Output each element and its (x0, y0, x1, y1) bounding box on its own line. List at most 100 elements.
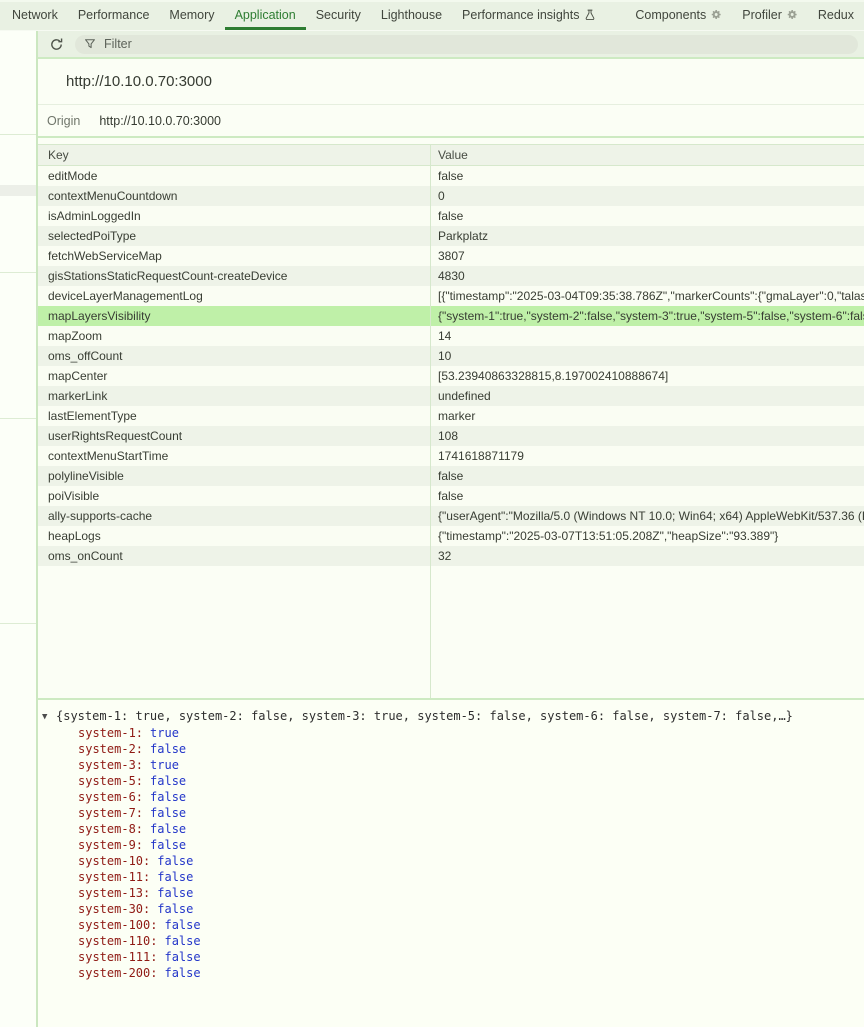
storage-key-cell: gisStationsStaticRequestCount-createDevi… (38, 269, 430, 283)
tab-profiler[interactable]: Profiler (732, 2, 808, 30)
table-row[interactable]: userRightsRequestCount 108 (38, 426, 864, 446)
preview-entry: system-8:false (78, 821, 860, 837)
table-row[interactable]: selectedPoiType Parkplatz (38, 226, 864, 246)
preview-entry-key: system-5: (78, 774, 143, 788)
key-column-header[interactable]: Key (38, 148, 430, 162)
storage-value-cell: 3807 (430, 249, 864, 263)
storage-toolbar (38, 31, 864, 59)
preview-entry: system-7:false (78, 805, 860, 821)
preview-entry-key: system-13: (78, 886, 150, 900)
table-row[interactable]: oms_offCount 10 (38, 346, 864, 366)
table-row[interactable]: mapZoom 14 (38, 326, 864, 346)
filter-box[interactable] (75, 35, 858, 54)
storage-key-cell: oms_onCount (38, 549, 430, 563)
storage-value-cell: {"timestamp":"2025-03-07T13:51:05.208Z",… (430, 529, 864, 543)
preview-entry: system-11:false (78, 869, 860, 885)
storage-value-cell: {"system-1":true,"system-2":false,"syste… (430, 309, 864, 323)
tab-performance[interactable]: Performance (68, 2, 160, 30)
preview-entry: system-5: false (78, 773, 860, 789)
tab-lighthouse[interactable]: Lighthouse (371, 2, 452, 30)
preview-entry: system-100:false (78, 917, 860, 933)
storage-value-cell: 4830 (430, 269, 864, 283)
preview-entry-value: false (150, 806, 186, 820)
table-row[interactable]: isAdminLoggedIn false (38, 206, 864, 226)
origin-label: Origin (47, 114, 80, 128)
sidebar-item-highlight[interactable] (0, 185, 36, 196)
table-row[interactable]: polylineVisible false (38, 466, 864, 486)
filter-input[interactable] (102, 36, 849, 52)
table-row[interactable]: deviceLayerManagementLog [{"timestamp":"… (38, 286, 864, 306)
preview-entry-value: false (150, 790, 186, 804)
storage-sidebar-strip (0, 31, 38, 1027)
tab-label: Performance (78, 8, 150, 22)
table-row[interactable]: oms_onCount 32 (38, 546, 864, 566)
storage-key-cell: heapLogs (38, 529, 430, 543)
preview-entry: system-9:false (78, 837, 860, 853)
storage-key-cell: oms_offCount (38, 349, 430, 363)
expand-triangle-icon[interactable]: ▼ (42, 709, 56, 725)
local-storage-view: http://10.10.0.70:3000 Origin http://10.… (38, 31, 864, 1027)
table-row[interactable]: gisStationsStaticRequestCount-createDevi… (38, 266, 864, 286)
preview-entry-key: system-6: (78, 790, 143, 804)
storage-key-cell: poiVisible (38, 489, 430, 503)
storage-value-cell: Parkplatz (430, 229, 864, 243)
tab-performance-insights[interactable]: Performance insights (452, 2, 606, 30)
table-row[interactable]: fetchWebServiceMap 3807 (38, 246, 864, 266)
table-row[interactable]: contextMenuStartTime 1741618871179 (38, 446, 864, 466)
storage-key-cell: deviceLayerManagementLog (38, 289, 430, 303)
tab-application[interactable]: Application (225, 2, 306, 30)
refresh-button[interactable] (46, 34, 66, 54)
filter-funnel-icon (84, 38, 96, 50)
storage-key-cell: contextMenuCountdown (38, 189, 430, 203)
preview-entry: system-200: false (78, 965, 860, 981)
storage-key-cell: userRightsRequestCount (38, 429, 430, 443)
preview-entry-value: false (157, 886, 193, 900)
storage-value-cell: 1741618871179 (430, 449, 864, 463)
storage-value-cell: false (430, 489, 864, 503)
gear-icon (787, 9, 798, 20)
column-resize-handle[interactable] (430, 144, 431, 698)
table-row[interactable]: mapCenter [53.23940863328815,8.197002410… (38, 366, 864, 386)
origin-row: Origin http://10.10.0.70:3000 (38, 105, 864, 138)
preview-entry-key: system-200: (78, 966, 157, 980)
preview-entry: system-13: false (78, 885, 860, 901)
value-column-header[interactable]: Value (430, 148, 864, 162)
table-row[interactable]: markerLink undefined (38, 386, 864, 406)
storage-key-cell: contextMenuStartTime (38, 449, 430, 463)
table-row[interactable]: contextMenuCountdown 0 (38, 186, 864, 206)
table-row[interactable]: poiVisible false (38, 486, 864, 506)
preview-entry-key: system-30: (78, 902, 150, 916)
tab-network[interactable]: Network (2, 2, 68, 30)
tab-label: Network (12, 8, 58, 22)
table-row[interactable]: ally-supports-cache {"userAgent":"Mozill… (38, 506, 864, 526)
preview-entry-value: false (164, 966, 200, 980)
storage-key-cell: lastElementType (38, 409, 430, 423)
storage-key-cell: fetchWebServiceMap (38, 249, 430, 263)
table-row[interactable]: editMode false (38, 166, 864, 186)
storage-key-cell: markerLink (38, 389, 430, 403)
tab-redux[interactable]: Redux (808, 2, 864, 30)
table-row[interactable]: heapLogs {"timestamp":"2025-03-07T13:51:… (38, 526, 864, 546)
preview-summary-row[interactable]: ▼{system-1: true, system-2: false, syste… (42, 708, 860, 725)
tab-label: Components (635, 8, 706, 22)
preview-entry-value: false (150, 822, 186, 836)
preview-entry-value: false (164, 950, 200, 964)
table-row[interactable]: lastElementType marker (38, 406, 864, 426)
devtools-window: Network Performance Memory Application S… (0, 0, 864, 1027)
preview-entry-value: false (150, 774, 186, 788)
preview-entry: system-30:false (78, 901, 860, 917)
table-empty-area[interactable] (38, 566, 864, 698)
devtools-tab-bar: Network Performance Memory Application S… (0, 0, 864, 31)
storage-value-cell: 108 (430, 429, 864, 443)
gear-icon (711, 9, 722, 20)
tab-security[interactable]: Security (306, 2, 371, 30)
application-panel: http://10.10.0.70:3000 Origin http://10.… (0, 31, 864, 1027)
tab-label: Security (316, 8, 361, 22)
storage-value-cell: false (430, 209, 864, 223)
tab-label: Profiler (742, 8, 782, 22)
tab-components[interactable]: Components (625, 2, 732, 30)
tab-label: Application (235, 8, 296, 22)
table-row[interactable]: mapLayersVisibility {"system-1":true,"sy… (38, 306, 864, 326)
tab-memory[interactable]: Memory (159, 2, 224, 30)
preview-entry-value: false (164, 918, 200, 932)
